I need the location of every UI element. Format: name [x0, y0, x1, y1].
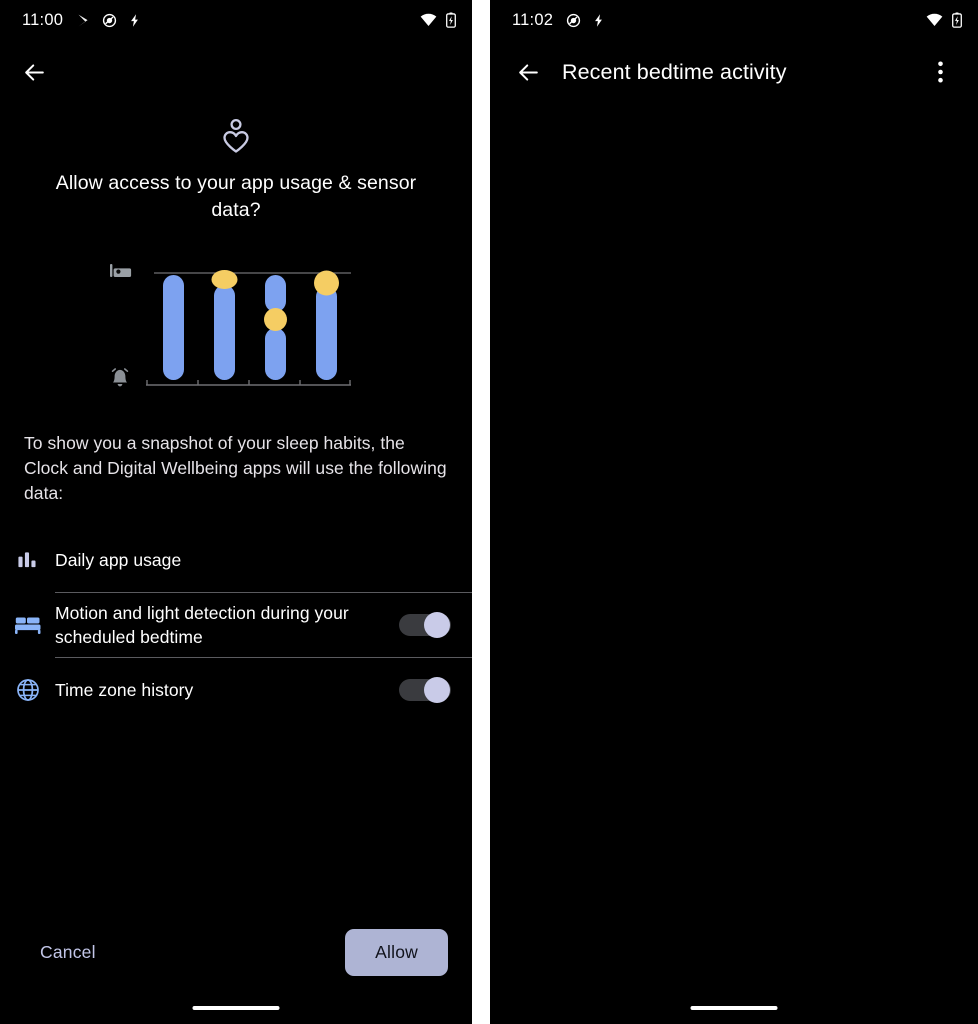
status-bar-right-icons: [926, 12, 962, 28]
status-bar-left-icons: [76, 13, 141, 28]
permission-switch-time-zone[interactable]: [399, 677, 452, 703]
sleep-chart-svg: [110, 264, 351, 387]
left-phone-screen: 11:00 Allow access to your app usage & s…: [0, 0, 472, 1024]
chart-bar-4: [316, 286, 337, 380]
left-app-bar: [0, 40, 472, 104]
right-phone-screen: 11:02 Recent bedtime activity: [490, 0, 978, 1024]
chart-dot-bar2: [211, 270, 238, 289]
home-indicator[interactable]: [690, 1006, 778, 1010]
sleep-chart-illustration: [106, 252, 366, 397]
chart-dot-bar4: [314, 270, 339, 296]
chart-bar-3b: [265, 328, 286, 380]
chart-bars: [163, 275, 337, 380]
dialog-title: Allow access to your app usage & sensor …: [55, 172, 417, 221]
right-status-bar: 11:02: [490, 0, 978, 40]
play-store-icon: [78, 14, 88, 26]
permission-dialog-content: Allow access to your app usage & sensor …: [0, 104, 472, 1024]
bed-icon: [110, 264, 132, 277]
flash-icon: [595, 13, 603, 27]
permission-row-motion-light[interactable]: Motion and light detection during your s…: [0, 593, 472, 657]
alarm-bell-icon: [111, 368, 129, 387]
permission-label: Time zone history: [55, 680, 194, 700]
hero-icon-wrap: [216, 116, 256, 156]
dialog-body-text: To show you a snapshot of your sleep hab…: [24, 433, 447, 503]
panel-separator: [472, 0, 490, 1024]
permission-row-time-zone-history[interactable]: Time zone history: [0, 658, 472, 722]
allow-button[interactable]: Allow: [345, 928, 448, 976]
battery-charging-icon: [446, 12, 456, 28]
do-not-disturb-icon: [566, 13, 581, 27]
wifi-icon: [420, 13, 437, 26]
switch-thumb: [424, 612, 450, 638]
bed-icon: [0, 615, 55, 635]
recent-bedtime-activity-content: [490, 104, 978, 1024]
home-indicator[interactable]: [192, 1006, 280, 1010]
permission-list: Daily app usage Motion and light detecti…: [0, 528, 472, 722]
page-title: Recent bedtime activity: [562, 59, 787, 84]
globe-icon: [0, 678, 55, 702]
dialog-footer: Cancel Allow: [0, 924, 472, 980]
right-app-bar: Recent bedtime activity: [490, 40, 978, 104]
chart-bar-3a: [265, 275, 286, 312]
wifi-icon: [926, 13, 943, 26]
bar-chart-icon-svg: [18, 551, 36, 567]
permission-switch-motion-light[interactable]: [399, 612, 452, 638]
status-bar-left-icons: [566, 13, 605, 28]
status-bar-clock: 11:02: [512, 10, 554, 29]
bar-chart-icon: [0, 550, 55, 571]
arrow-back-icon: [24, 63, 44, 81]
cancel-button[interactable]: Cancel: [24, 932, 112, 973]
status-bar-right-icons: [420, 12, 456, 28]
permission-row-daily-app-usage[interactable]: Daily app usage: [0, 528, 472, 592]
chart-bar-1: [163, 275, 184, 380]
do-not-disturb-icon: [102, 13, 117, 27]
back-button[interactable]: [504, 48, 552, 96]
left-status-bar: 11:00: [0, 0, 472, 40]
back-button[interactable]: [10, 48, 58, 96]
permission-label: Motion and light detection during your s…: [55, 603, 349, 647]
more-vert-icon: [937, 61, 943, 83]
overflow-menu-button[interactable]: [916, 48, 964, 96]
chart-bottom-axis: [146, 380, 351, 386]
chart-bar-2: [214, 285, 235, 380]
globe-icon-svg: [16, 679, 39, 701]
arrow-back-icon: [518, 63, 538, 81]
battery-charging-icon: [952, 12, 962, 28]
permission-label: Daily app usage: [55, 550, 182, 570]
switch-thumb: [424, 677, 450, 703]
person-heart-icon: [223, 118, 249, 153]
status-bar-clock: 11:00: [22, 10, 64, 29]
chart-dot-bar3: [264, 308, 287, 331]
screenshot-root: 11:00 Allow access to your app usage & s…: [0, 0, 978, 1024]
flash-icon: [131, 13, 139, 27]
bed-icon-svg: [14, 617, 40, 634]
